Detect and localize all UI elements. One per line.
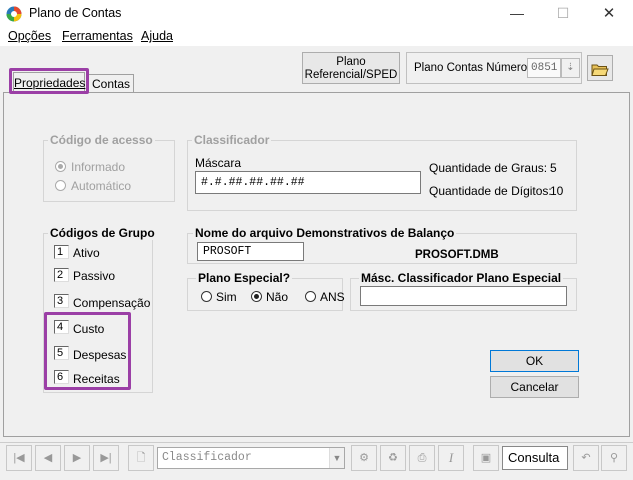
window-title: Plano de Contas [29,6,122,20]
mode-consulta: Consulta [502,446,568,470]
radio-automatico[interactable] [55,180,66,191]
grupo-1-code[interactable]: 1 [54,245,69,259]
open-folder-icon [591,64,609,76]
numero-label: Plano Contas Número [414,62,528,74]
menu-opcoes-label: Opções [8,29,52,43]
grupo-3-label: Compensação [73,296,151,310]
menu-ajuda-label: Ajuda [141,29,173,43]
demonstrativos-file: PROSOFT.DMB [415,249,499,261]
open-folder-button[interactable] [587,55,613,81]
recycle-icon[interactable]: ♻ [380,445,406,471]
radio-sim[interactable] [201,291,212,302]
first-icon[interactable]: |◀ [6,445,32,471]
binoculars-icon[interactable]: ⚲ [601,445,627,471]
ok-label: OK [525,354,544,368]
radio-sim-label: Sim [216,290,237,304]
graus-label: Quantidade de Graus: [429,161,548,175]
print-icon[interactable]: ⎙ [409,445,435,471]
plano-ref-line1: Plano [336,56,366,68]
grupo-3-code[interactable]: 3 [54,294,69,308]
prev-icon[interactable]: ◀ [35,445,61,471]
app-icon [6,6,22,22]
italic-icon[interactable]: I [438,445,464,471]
maximize-button[interactable]: ☐ [540,0,586,28]
menu-ferramentas[interactable]: Ferramentas [62,28,133,45]
plano-ref-line2: Referencial/SPED [304,69,398,81]
filter-icon[interactable]: ⚙ [351,445,377,471]
ok-button[interactable]: OK [490,350,579,372]
digitos-label: Quantidade de Dígitos: [429,184,552,198]
radio-informado-label: Informado [71,160,126,174]
classificador-title: Classificador [192,133,272,147]
close-button[interactable]: ✕ [586,0,632,28]
radio-informado[interactable] [55,161,66,172]
plano-especial-title: Plano Especial? [196,271,293,285]
plano-referencial-button[interactable]: Plano Referencial/SPED [302,52,400,84]
classificador-combo[interactable]: Classificador [157,447,345,469]
radio-automatico-label: Automático [71,179,132,193]
grupo-2-label: Passivo [73,269,116,283]
radio-nao-label: Não [266,290,289,304]
demonstrativos-title: Nome do arquivo Demonstrativos de Balanç… [193,226,457,240]
grupo-2-code[interactable]: 2 [54,268,69,282]
chevron-down-icon[interactable]: ▼ [329,448,344,468]
new-doc-icon[interactable]: 🗋 [128,445,154,471]
highlight-grupos [44,312,131,390]
next-icon[interactable]: ▶ [64,445,90,471]
masc-especial-title: Másc. Classificador Plano Especial [359,271,564,285]
radio-ans-label: ANS [320,290,345,304]
menu-ajuda[interactable]: Ajuda [141,28,173,45]
minimize-button[interactable]: — [494,0,540,28]
menu-ferramentas-label: Ferramentas [62,29,133,43]
tab-contas[interactable]: Contas [88,74,134,92]
digitos-value: 10 [550,184,564,198]
highlight-tab [9,68,89,94]
codigo-acesso-title: Código de acesso [48,133,155,147]
graus-value: 5 [550,161,557,175]
numero-spin-icon[interactable]: ⇣ [561,58,580,78]
mascara-input[interactable]: #.#.##.##.##.## [195,171,421,194]
numero-input[interactable]: 0851 [527,58,561,78]
radio-ans[interactable] [305,291,316,302]
last-icon[interactable]: ▶| [93,445,119,471]
codigos-grupo-title: Códigos de Grupo [48,226,157,240]
demonstrativos-input[interactable]: PROSOFT [197,242,304,261]
grupo-1-label: Ativo [73,246,100,260]
save-icon[interactable]: ▣ [473,445,499,471]
undo-icon[interactable]: ↶ [573,445,599,471]
menu-opcoes[interactable]: Opções [8,28,51,45]
cancelar-label: Cancelar [510,380,559,394]
cancelar-button[interactable]: Cancelar [490,376,579,398]
masc-especial-input[interactable] [360,286,567,306]
menu-bar: Opções Ferramentas Ajuda [0,28,633,46]
radio-nao[interactable] [251,291,262,302]
mascara-label: Máscara [195,156,242,170]
